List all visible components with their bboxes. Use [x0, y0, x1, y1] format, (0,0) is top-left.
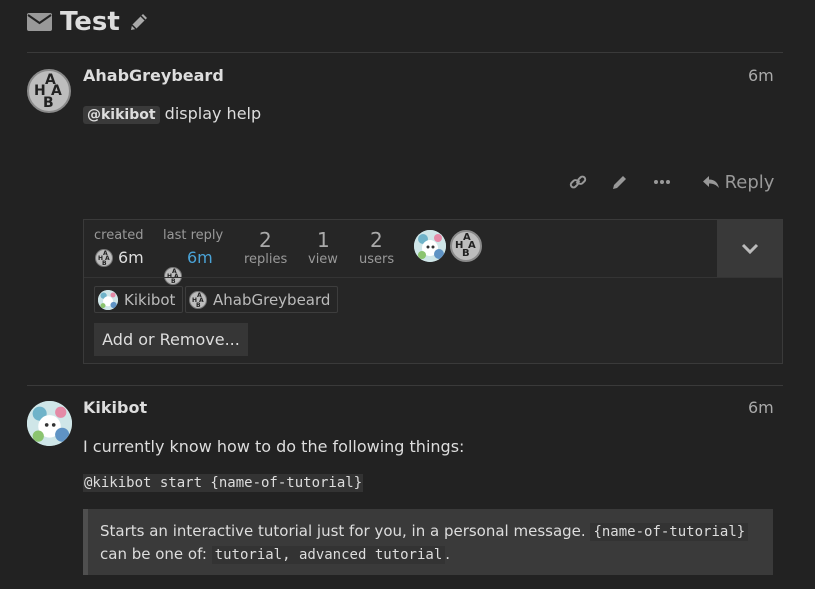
- post-time[interactable]: 6m: [748, 66, 774, 85]
- views-label: view: [308, 252, 338, 267]
- participant-name: AhabGreybeard: [213, 290, 331, 309]
- quote-end: .: [445, 545, 451, 563]
- pencil-icon[interactable]: [128, 11, 150, 33]
- replies-count: 2: [259, 228, 272, 252]
- avatar[interactable]: AHAB: [164, 267, 182, 285]
- last-reply-time[interactable]: 6m: [187, 248, 213, 267]
- reply-label: Reply: [724, 171, 775, 193]
- copy-link-button[interactable]: [565, 170, 591, 194]
- page-title[interactable]: Test: [60, 7, 120, 37]
- topic-map: created AHAB 6m last reply AHAB 6m 2 rep…: [83, 219, 783, 364]
- post-text: display help: [164, 104, 262, 123]
- post-intro: I currently know how to do the following…: [83, 437, 465, 456]
- pencil-icon: [613, 176, 626, 189]
- quote-text: Starts an interactive tutorial just for …: [100, 520, 770, 566]
- edit-button[interactable]: [607, 170, 633, 194]
- created-time[interactable]: 6m: [118, 248, 144, 267]
- last-reply-label: last reply: [163, 228, 224, 243]
- link-icon: [569, 175, 587, 189]
- reply-button[interactable]: Reply: [700, 169, 776, 195]
- avatar[interactable]: [27, 401, 72, 446]
- topic-map-summary: created AHAB 6m last reply AHAB 6m 2 rep…: [84, 220, 782, 285]
- avatar[interactable]: A H A B: [27, 69, 71, 113]
- divider: [27, 52, 783, 53]
- participant-chip-kikibot[interactable]: Kikibot: [94, 286, 184, 313]
- quote-line-2: can be one of:: [100, 545, 207, 563]
- kikibot-avatar-image: [414, 230, 446, 262]
- replies-label: replies: [244, 252, 288, 267]
- created-label: created: [94, 228, 144, 243]
- participant-avatar-ahab[interactable]: A H A B: [450, 230, 482, 262]
- topic-header: Test: [27, 6, 150, 38]
- more-options-button[interactable]: [649, 170, 675, 194]
- ellipsis-icon: [654, 180, 670, 184]
- avatar: AHAB: [189, 290, 207, 309]
- blockquote: Starts an interactive tutorial just for …: [83, 509, 773, 575]
- quote-code: tutorial, advanced tutorial: [211, 546, 446, 564]
- participant-avatar-kikibot[interactable]: [414, 230, 446, 262]
- post-username[interactable]: Kikibot: [83, 398, 147, 417]
- users-label: users: [359, 252, 395, 267]
- envelope-icon: [27, 12, 52, 32]
- expand-topic-map-button[interactable]: [717, 220, 782, 277]
- post-body: @kikibot display help: [83, 104, 262, 124]
- users-count: 2: [370, 228, 383, 252]
- divider: [84, 277, 782, 278]
- add-remove-button[interactable]: Add or Remove...: [94, 323, 248, 356]
- quote-code: {name-of-tutorial}: [590, 523, 749, 541]
- command-code: @kikibot start {name-of-tutorial}: [83, 474, 364, 492]
- post-username[interactable]: AhabGreybeard: [83, 66, 224, 85]
- divider: [27, 385, 783, 386]
- avatar[interactable]: AHAB: [95, 249, 113, 267]
- mention-link[interactable]: @kikibot: [83, 106, 160, 124]
- quote-line-1: Starts an interactive tutorial just for …: [100, 522, 586, 540]
- views-count: 1: [317, 228, 330, 252]
- participant-chip-ahab[interactable]: AHAB AhabGreybeard: [185, 286, 339, 313]
- kikibot-avatar-image: [27, 401, 72, 446]
- post-time[interactable]: 6m: [748, 398, 774, 417]
- reply-icon: [702, 176, 719, 188]
- chevron-down-icon: [741, 243, 758, 254]
- avatar: [98, 289, 118, 310]
- participant-name: Kikibot: [124, 290, 176, 309]
